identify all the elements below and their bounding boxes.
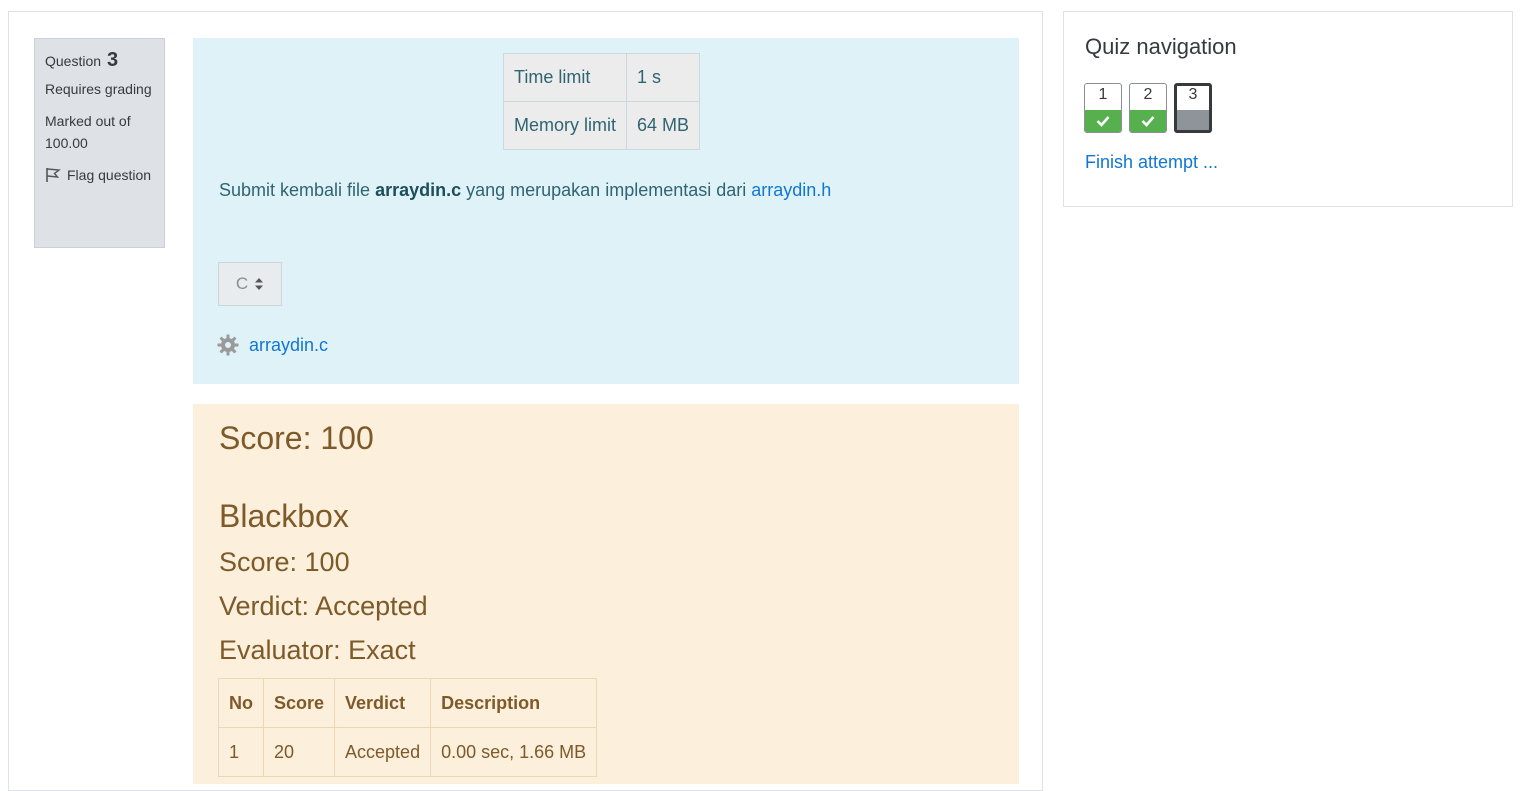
- table-row: 1 20 Accepted 0.00 sec, 1.66 MB: [218, 727, 598, 777]
- table-cell: 1: [218, 727, 264, 777]
- nav-button-question-2[interactable]: 2: [1129, 83, 1167, 133]
- check-icon: [1096, 116, 1110, 127]
- answered-state: [1130, 110, 1166, 132]
- quiz-navigation-title: Quiz navigation: [1085, 34, 1237, 59]
- results-table: No Score Verdict Description 1 20 Accept…: [218, 678, 598, 777]
- table-cell: Accepted: [334, 727, 432, 777]
- question-text: Submit kembali file arraydin.c yang meru…: [219, 180, 831, 201]
- table-cell: 0.00 sec, 1.66 MB: [430, 727, 598, 777]
- quiz-navigation-block: Quiz navigation 1 2 3 Finish attempt ...: [1063, 11, 1513, 207]
- requires-grading-state: [1177, 110, 1209, 130]
- finish-attempt-link[interactable]: Finish attempt ...: [1085, 152, 1218, 173]
- header-file-link[interactable]: arraydin.h: [751, 180, 831, 200]
- question-feedback: Score: 100 Blackbox Score: 100 Verdict: …: [193, 404, 1019, 784]
- column-header: Score: [262, 678, 336, 728]
- limit-name: Time limit: [503, 53, 627, 102]
- column-header: No: [218, 678, 264, 728]
- limits-table: Time limit 1 s Memory limit 64 MB: [503, 53, 701, 150]
- prompt-filename: arraydin.c: [375, 180, 462, 200]
- score-heading: Score: 100: [219, 420, 374, 456]
- prompt-middle: yang merupakan implementasi dari: [461, 180, 752, 200]
- table-header-row: No Score Verdict Description: [218, 678, 598, 728]
- table-row: Time limit 1 s: [503, 53, 701, 102]
- table-row: Memory limit 64 MB: [503, 101, 701, 150]
- limit-value: 1 s: [625, 53, 701, 102]
- column-header: Description: [430, 678, 598, 728]
- question-grade: Marked out of 100.00: [45, 113, 131, 151]
- flag-question-label: Flag question: [67, 167, 152, 183]
- select-arrows-icon: [255, 278, 264, 290]
- submitted-file: arraydin.c: [217, 334, 328, 356]
- nav-button-label: 1: [1098, 86, 1108, 103]
- question-number: 3: [106, 49, 119, 71]
- question-number-line: Question 3: [45, 49, 154, 72]
- nav-button-question-1[interactable]: 1: [1084, 83, 1122, 133]
- flag-question-toggle[interactable]: Flag question: [45, 164, 154, 186]
- blackbox-evaluator: Evaluator: Exact: [219, 635, 416, 665]
- question-formulation: Time limit 1 s Memory limit 64 MB Submit…: [193, 38, 1019, 384]
- blackbox-score: Score: 100: [219, 547, 350, 577]
- check-icon: [1141, 116, 1155, 127]
- nav-button-label: 3: [1188, 86, 1198, 103]
- question-label: Question: [45, 53, 102, 69]
- blackbox-heading: Blackbox: [219, 498, 349, 534]
- limit-value: 64 MB: [625, 101, 701, 150]
- language-select[interactable]: C: [218, 262, 282, 306]
- language-selected-value: C: [235, 274, 249, 293]
- file-link[interactable]: arraydin.c: [249, 335, 328, 356]
- question-status: Requires grading: [45, 81, 152, 97]
- gear-icon: [217, 334, 239, 356]
- question-info: Question 3 Requires grading Marked out o…: [34, 38, 165, 248]
- nav-button-question-3[interactable]: 3: [1174, 83, 1212, 133]
- answered-state: [1085, 110, 1121, 132]
- limit-name: Memory limit: [503, 101, 627, 150]
- table-cell: 20: [262, 727, 336, 777]
- flag-icon: [46, 168, 61, 182]
- column-header: Verdict: [334, 678, 432, 728]
- prompt-prefix: Submit kembali file: [219, 180, 376, 200]
- nav-button-label: 2: [1143, 86, 1153, 103]
- blackbox-verdict: Verdict: Accepted: [219, 591, 428, 621]
